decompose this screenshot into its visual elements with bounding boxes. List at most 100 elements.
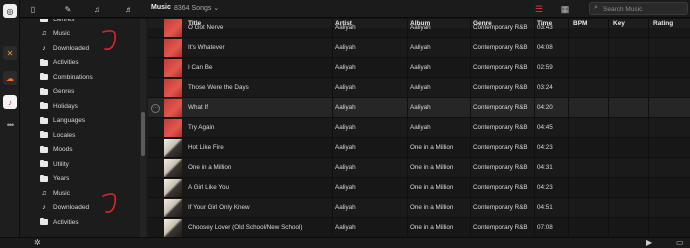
list-view-icon[interactable]: ☰: [533, 3, 545, 15]
cell-title: O Got Nerve: [188, 24, 224, 31]
folder-icon: [40, 58, 48, 66]
sidebar-item-years[interactable]: Years: [40, 173, 69, 185]
sidebar-item-genres[interactable]: Genres: [40, 19, 74, 25]
music-icon: ♫: [41, 30, 47, 37]
cell-genre: Contemporary R&B: [473, 124, 528, 131]
cell-time: 04:20: [537, 104, 553, 111]
music-app-icon[interactable]: ♪: [3, 95, 17, 109]
sidebar-item-combinations[interactable]: Combinations: [40, 71, 93, 83]
song-count-dropdown[interactable]: 8364 Songs ⌄: [174, 4, 219, 12]
album-art: [164, 39, 182, 57]
sidebar-item-moods[interactable]: Moods: [40, 144, 73, 156]
cell-album: Aaliyah: [410, 24, 431, 31]
column-divider: [608, 19, 609, 237]
cell-genre: Contemporary R&B: [473, 84, 528, 91]
section-title: Music: [151, 4, 171, 11]
cell-title: One in a Million: [188, 164, 232, 171]
cell-genre: Contemporary R&B: [473, 44, 528, 51]
folder-icon: [40, 73, 48, 80]
cell-genre: Contemporary R&B: [473, 184, 528, 191]
album-art: [164, 19, 182, 37]
folder-icon: [40, 145, 48, 153]
music-note-icon[interactable]: ♫: [91, 3, 103, 15]
cell-title: Those Were the Days: [188, 84, 249, 91]
album-art: [164, 79, 182, 97]
search-icon: ⌕: [594, 4, 598, 11]
cell-album: One in a Million: [410, 164, 454, 171]
sidebar-item-label: Languages: [53, 117, 86, 124]
sidebar-item-music[interactable]: ♫ Music: [40, 28, 70, 40]
cell-genre: Contemporary R&B: [473, 144, 528, 151]
sidebar-item-label: Activities: [53, 59, 79, 66]
cell-genre: Contemporary R&B: [473, 224, 528, 231]
folder-icon: [40, 19, 48, 22]
cell-genre: Contemporary R&B: [473, 204, 528, 211]
cell-time: 04:08: [537, 44, 553, 51]
grid-view-icon[interactable]: ▦: [559, 3, 571, 15]
top-bar: ▯ ✎ ♫ ♬ Music 8364 Songs ⌄ ☰ ▦ ⌕: [20, 0, 690, 18]
microphone-icon[interactable]: ✎: [62, 3, 74, 15]
sidebar-item-genres[interactable]: Genres: [40, 86, 74, 98]
more-apps-icon[interactable]: •••: [3, 120, 17, 130]
album-art: [164, 179, 182, 197]
cell-title: I Can Be: [188, 64, 213, 71]
sidebar-icon[interactable]: ▯: [27, 3, 39, 15]
sidebar-item-utility[interactable]: Utility: [40, 158, 69, 170]
cross-app-icon[interactable]: ✕: [3, 46, 17, 60]
sidebar-item-holidays[interactable]: Holidays: [40, 100, 78, 112]
cell-album: One in a Million: [410, 184, 454, 191]
sidebar-item-label: Combinations: [53, 73, 93, 81]
piano-icon[interactable]: ♬: [123, 3, 135, 15]
cell-album: Aaliyah: [410, 124, 431, 131]
cell-title: A Girl Like You: [188, 184, 229, 191]
sidebar-scrollbar-thumb[interactable]: [141, 112, 145, 156]
soundcloud-icon[interactable]: ☁: [3, 71, 17, 85]
sidebar-item-label: Activities: [53, 218, 79, 226]
cell-time: 07:08: [537, 224, 553, 231]
column-divider: [534, 19, 535, 237]
folder-icon: [40, 218, 48, 225]
sidebar-item-label: Genres: [53, 19, 75, 23]
sidebar: Genres ♫ Music ♪ Downloaded Activities Combina…: [20, 19, 148, 237]
sidebar-item-label: Locales: [53, 131, 76, 139]
cell-artist: Aaliyah: [335, 144, 356, 151]
cell-album: Aaliyah: [410, 104, 431, 111]
sidebar-item-label: Downloaded: [53, 44, 90, 52]
album-art: [164, 119, 182, 137]
sidebar-item-downloaded[interactable]: ♪ Downloaded: [40, 42, 89, 54]
sidebar-item-label: Holidays: [53, 102, 78, 110]
sidebar-item-locales[interactable]: Locales: [40, 129, 75, 141]
sidebar-item-label: Downloaded: [53, 204, 90, 211]
sidebar-item-activities[interactable]: Activities: [40, 57, 79, 69]
cell-time: 03:24: [537, 84, 553, 91]
sidebar-item-languages[interactable]: Languages: [40, 115, 85, 127]
sidebar-item-activities[interactable]: Activities: [40, 216, 79, 228]
search-box[interactable]: ⌕: [589, 2, 688, 15]
album-art: [164, 159, 182, 177]
airplay-icon[interactable]: ▭: [676, 238, 684, 247]
cell-title: Choosey Lover (Old School/New School): [188, 224, 303, 231]
app-rail: ◎ ✕ ☁ ♪ •••: [0, 0, 20, 248]
column-divider: [407, 19, 408, 237]
play-icon[interactable]: ▶: [646, 238, 652, 247]
more-options-icon[interactable]: ···: [151, 104, 160, 113]
album-art: [164, 219, 182, 237]
sidebar-item-label: Music: [53, 189, 70, 197]
red-annotation-mark: [102, 30, 116, 51]
search-input[interactable]: [603, 4, 685, 14]
camera-app-icon[interactable]: ◎: [3, 4, 17, 18]
sidebar-item-music[interactable]: ♫ Music: [40, 187, 70, 199]
cell-genre: Contemporary R&B: [473, 104, 528, 111]
folder-icon: [40, 102, 48, 109]
cell-title: It's Whatever: [188, 44, 225, 51]
sidebar-item-label: Genres: [53, 88, 75, 95]
settings-icon[interactable]: ✲: [34, 238, 41, 247]
cell-album: Aaliyah: [410, 84, 431, 91]
cell-title: Hot Like Fire: [188, 144, 224, 151]
red-annotation-mark: [102, 193, 117, 213]
cell-artist: Aaliyah: [335, 224, 356, 231]
sidebar-item-downloaded[interactable]: ♪ Downloaded: [40, 202, 89, 214]
cell-title: What If: [188, 104, 208, 111]
cell-artist: Aaliyah: [335, 184, 356, 191]
album-art: [164, 139, 182, 157]
